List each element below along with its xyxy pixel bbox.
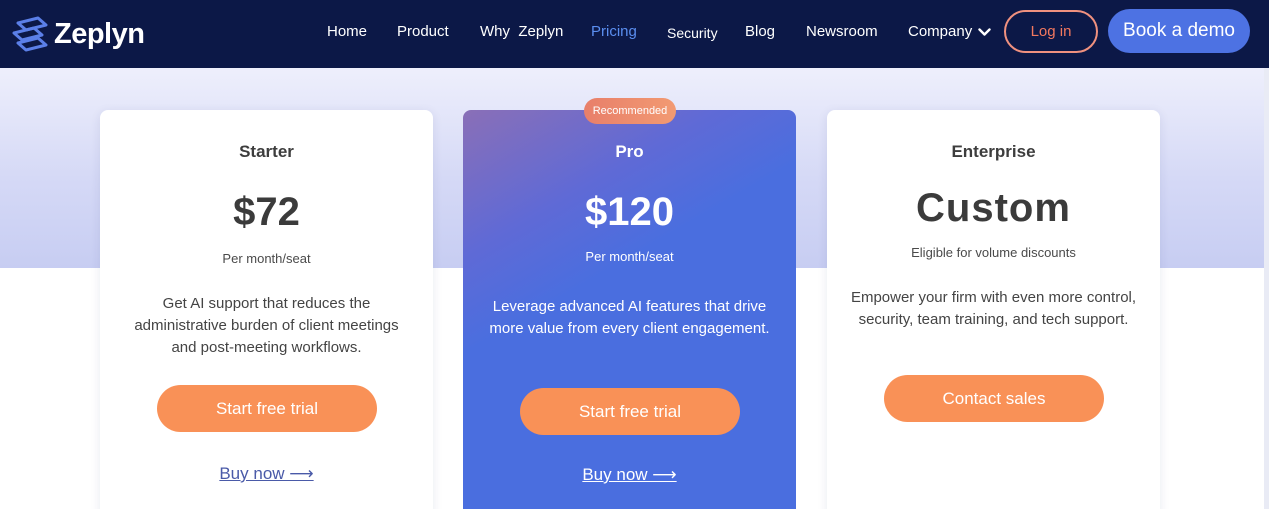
plan-name: Starter [239,142,294,161]
plan-price-note: Eligible for volume discounts [911,245,1076,260]
plan-description: Leverage advanced AI features that drive… [489,298,770,337]
top-navbar: Zeplyn Home Product Why Zeplyn Pricing S… [0,0,1269,68]
zeplyn-logo-icon [12,16,48,52]
recommended-badge: Recommended [584,98,676,124]
nav-blog[interactable]: Blog [745,22,775,42]
chevron-down-icon [978,27,991,36]
plan-price: $72 [233,190,300,234]
nav-home[interactable]: Home [327,22,367,42]
contact-sales-button[interactable]: Contact sales [884,375,1104,422]
nav-company[interactable]: Company [908,22,991,42]
plan-card-enterprise: Enterprise Custom Eligible for volume di… [827,110,1160,509]
page-scrollbar[interactable] [1264,68,1269,509]
nav-product[interactable]: Product [397,22,449,42]
nav-pricing[interactable]: Pricing [591,22,637,42]
nav-company-label: Company [908,23,973,40]
plan-card-starter: Starter $72 Per month/seat Get AI suppor… [100,110,433,509]
nav-why-zeplyn[interactable]: Why Zeplyn [480,22,563,42]
start-free-trial-button[interactable]: Start free trial [520,388,740,435]
buy-now-link[interactable]: Buy now ⟶ [463,465,796,485]
brand-name: Zeplyn [54,17,145,50]
brand-logo[interactable]: Zeplyn [10,14,145,54]
nav-security[interactable]: Security [667,23,718,43]
plan-price: $120 [585,190,674,234]
plan-name: Enterprise [951,142,1036,161]
plan-price: Custom [916,186,1071,230]
nav-newsroom[interactable]: Newsroom [806,22,878,42]
plan-description: Empower your firm with even more control… [850,289,1137,328]
book-demo-button[interactable]: Book a demo [1108,9,1250,53]
plan-price-note: Per month/seat [585,249,674,264]
plan-price-note: Per month/seat [222,251,311,266]
plan-description: Get AI support that reduces the administ… [134,295,399,356]
buy-now-link[interactable]: Buy now ⟶ [100,464,433,484]
plan-card-pro: Pro $120 Per month/seat Leverage advance… [463,110,796,509]
login-button[interactable]: Log in [1004,10,1098,53]
start-free-trial-button[interactable]: Start free trial [157,385,377,432]
plan-name: Pro [615,142,644,161]
